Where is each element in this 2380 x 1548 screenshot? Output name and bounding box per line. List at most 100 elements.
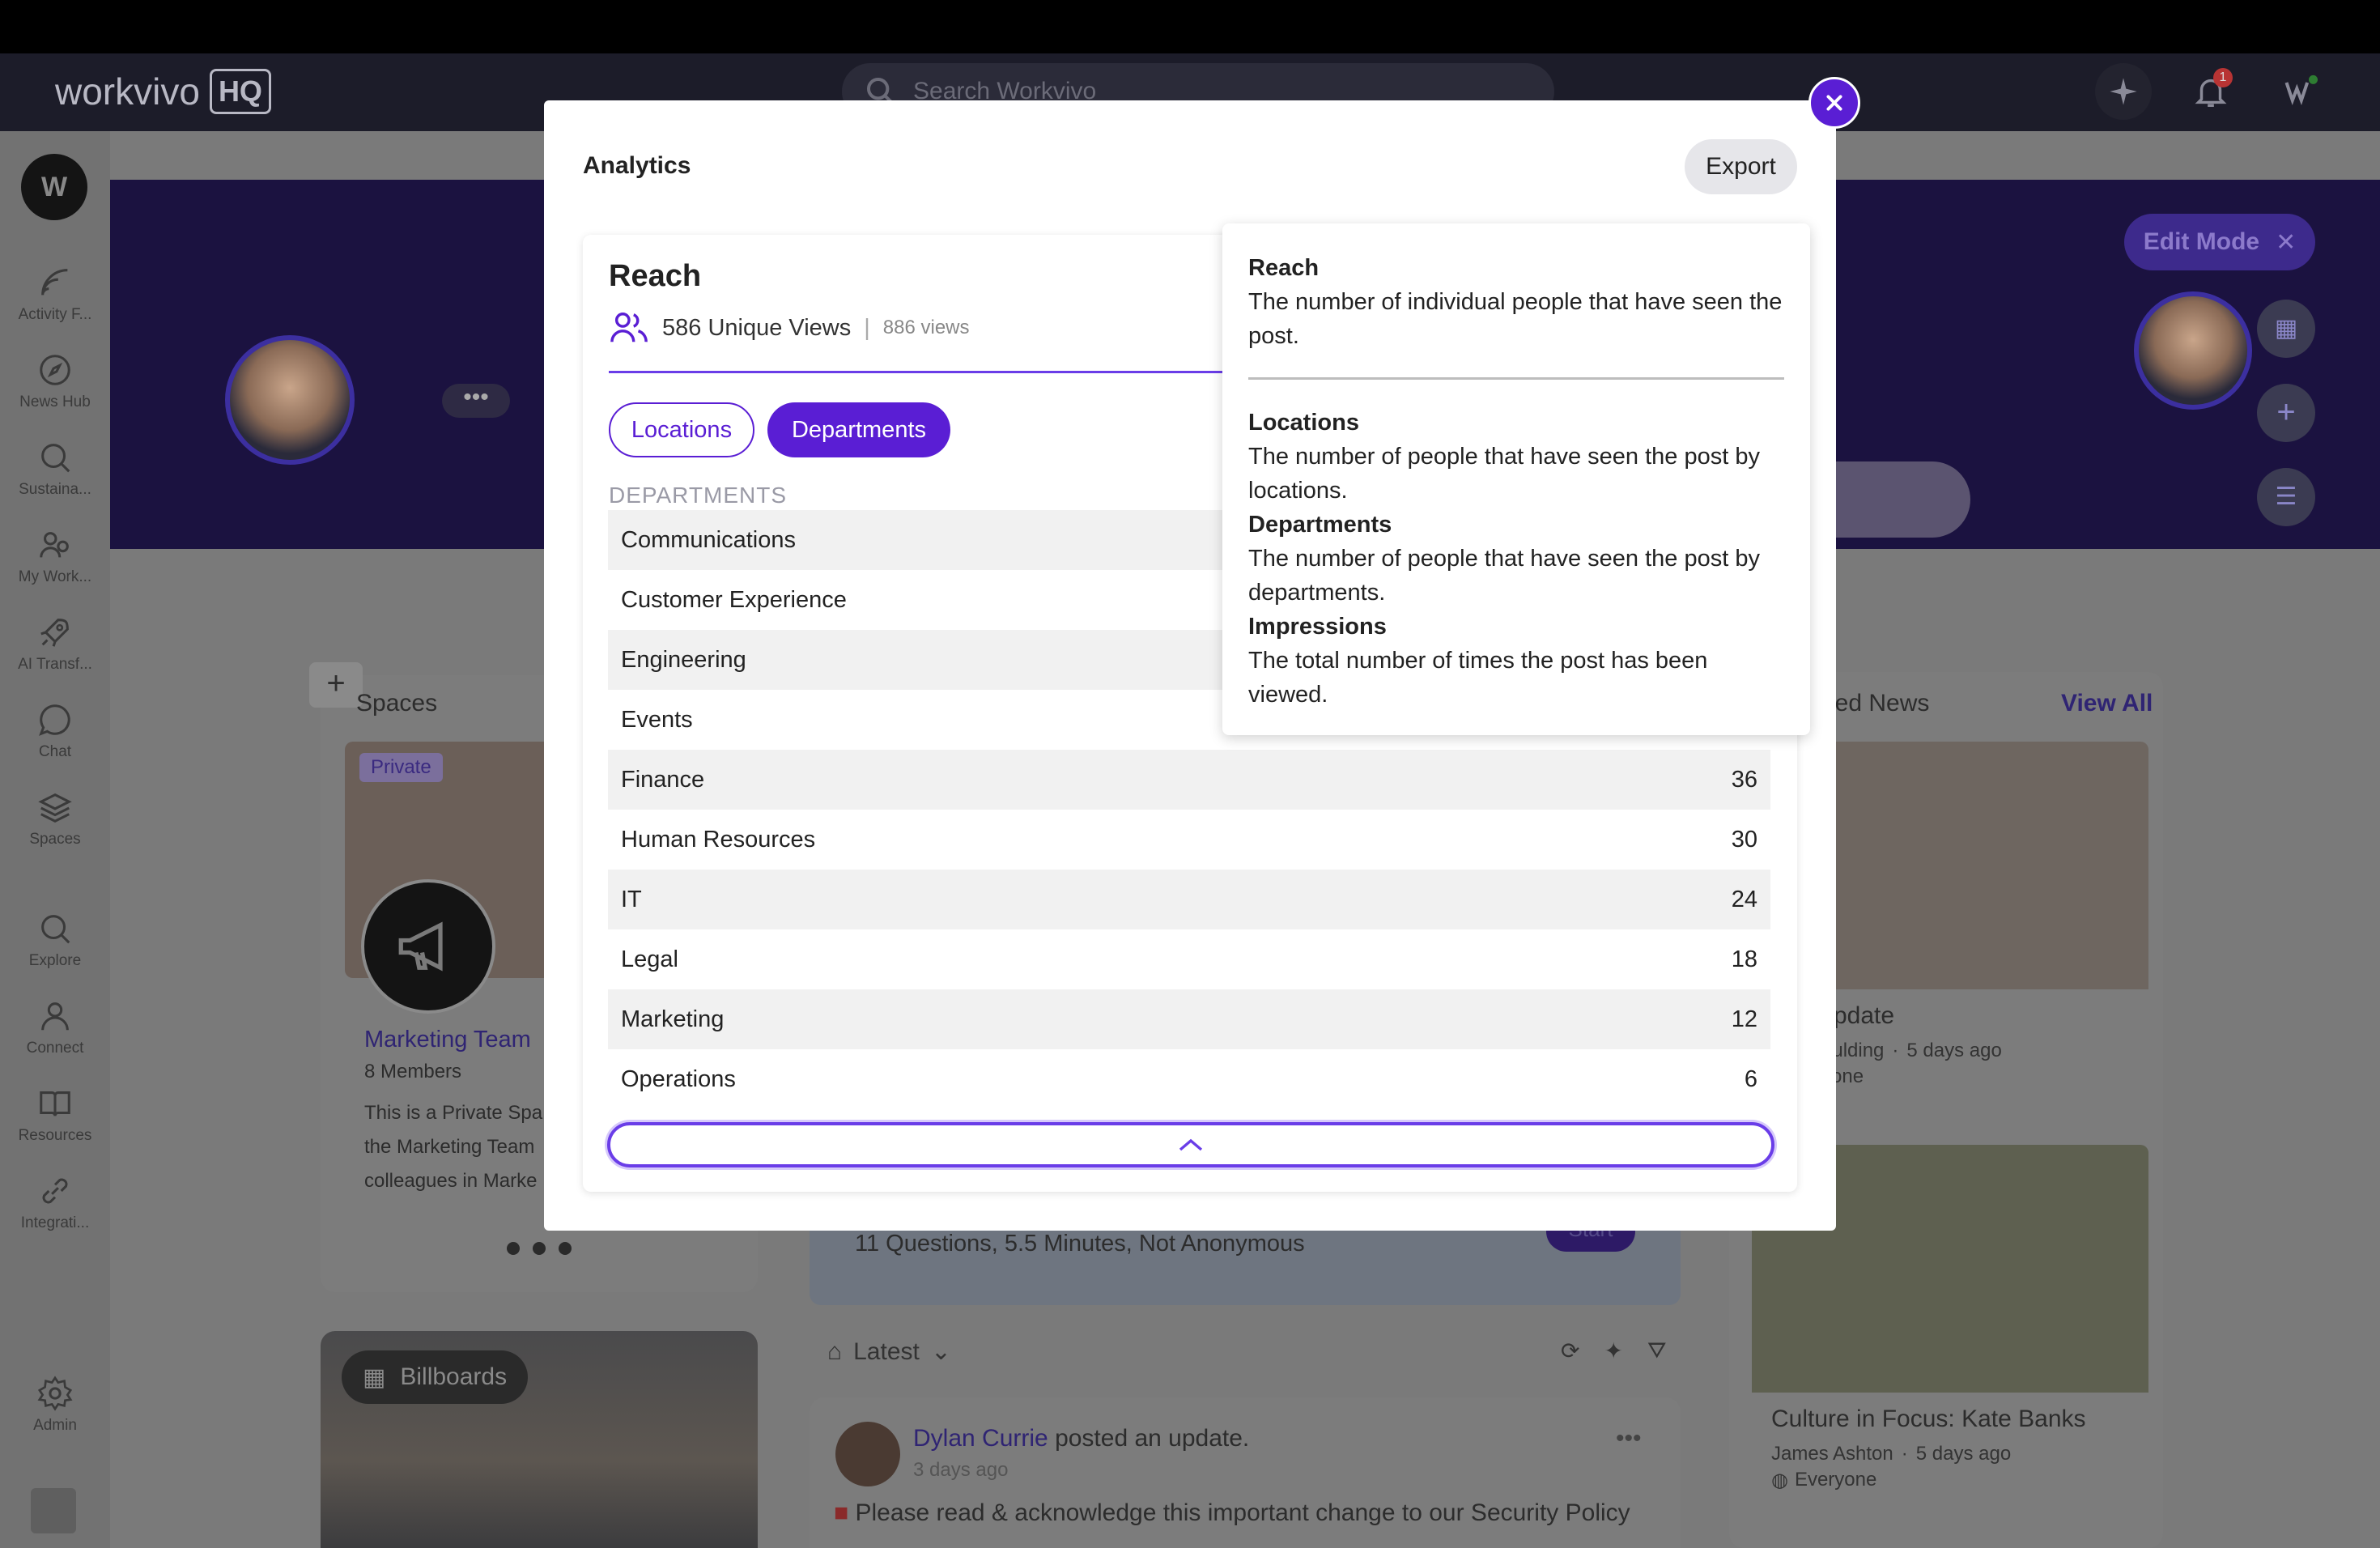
notifications-button[interactable]: 1	[2182, 63, 2239, 120]
sidebar-item-integrations[interactable]: Integrati...	[0, 1172, 110, 1232]
space-description: This is a Private Spa the Marketing Team…	[364, 1096, 542, 1198]
sidebar-item-connect[interactable]: Connect	[0, 997, 110, 1057]
news1-meta: oulding · 5 days ago	[1821, 1040, 2002, 1061]
workvivo-logo[interactable]: workvivo HQ	[55, 66, 271, 117]
edit-mode-button[interactable]: Edit Mode ✕	[2124, 214, 2315, 270]
spaces-title: Spaces	[356, 690, 438, 717]
sparkle-button[interactable]	[2095, 63, 2152, 120]
window-top-bar	[0, 0, 2380, 53]
collapse-button[interactable]	[607, 1122, 1774, 1167]
tooltip-locations-title: Locations	[1248, 410, 1359, 436]
megaphone-icon	[361, 879, 495, 1014]
profile-avatar-left[interactable]	[225, 335, 355, 465]
export-button[interactable]: Export	[1685, 139, 1797, 194]
logo-badge: HQ	[209, 69, 271, 114]
news2-author: James Ashton	[1771, 1443, 1893, 1465]
table-row: Legal 18	[608, 929, 1770, 989]
sidebar-item-chat[interactable]: Chat	[0, 701, 110, 761]
gear-icon	[37, 1376, 73, 1411]
tab-locations[interactable]: Locations	[609, 402, 754, 457]
metrics-tooltip: Reach The number of individual people th…	[1222, 223, 1810, 735]
sparkle-icon	[2110, 78, 2137, 105]
table-row: Human Resources 30	[608, 810, 1770, 870]
carousel-dots[interactable]	[507, 1242, 572, 1255]
logo-word: workvivo	[55, 70, 200, 113]
close-modal-button[interactable]	[1808, 77, 1860, 129]
department-name: Operations	[621, 1065, 736, 1092]
chat-icon	[39, 704, 70, 736]
space-members: 8 Members	[364, 1061, 462, 1082]
department-name: Engineering	[621, 646, 746, 673]
close-icon: ✕	[2276, 228, 2297, 256]
department-name: Legal	[621, 946, 678, 972]
layout-button[interactable]: ▦	[2257, 300, 2315, 358]
department-value: 18	[1731, 946, 1757, 972]
chevron-down-icon: ⌄	[930, 1338, 951, 1365]
people-icon	[40, 532, 69, 558]
post-author[interactable]: Dylan Currie	[913, 1425, 1048, 1452]
user-avatar[interactable]: W	[21, 154, 87, 220]
plus-icon: +	[326, 666, 346, 701]
sidebar-item-label: Resources	[18, 1127, 92, 1144]
tab-departments[interactable]: Departments	[767, 402, 950, 457]
news2-audience: ◍ Everyone	[1771, 1469, 1876, 1492]
add-button[interactable]: +	[309, 662, 363, 708]
refresh-icon[interactable]: ⟳	[1561, 1337, 1579, 1364]
layout-icon: ▦	[2274, 315, 2298, 342]
alert-icon: ■	[834, 1499, 849, 1526]
workvivo-menu-button[interactable]	[2272, 63, 2328, 120]
private-badge: Private	[359, 753, 443, 782]
add-widget-button[interactable]: +	[2257, 384, 2315, 442]
space-desc-line: This is a Private Spa	[364, 1102, 543, 1124]
tooltip-departments-title: Departments	[1248, 512, 1392, 538]
space-name[interactable]: Marketing Team	[364, 1027, 531, 1053]
separator: |	[864, 314, 870, 341]
more-options-button[interactable]: •••	[442, 384, 510, 418]
link-icon	[42, 1178, 68, 1204]
department-name: Human Resources	[621, 826, 816, 853]
layers-icon	[38, 793, 72, 823]
feed-filter-label: Latest	[853, 1337, 920, 1365]
sidebar-item-label: My Work...	[18, 568, 92, 585]
sidebar-item-explore[interactable]: Explore	[0, 910, 110, 970]
tooltip-divider	[1248, 377, 1784, 380]
activity-feed-icon	[41, 269, 68, 296]
news2-title[interactable]: Culture in Focus: Kate Banks	[1771, 1406, 2086, 1433]
post-more-icon[interactable]: •••	[1616, 1425, 1642, 1452]
list-button[interactable]: ☰	[2257, 468, 2315, 526]
sidebar-item-news-hub[interactable]: News Hub	[0, 351, 110, 411]
filter-icon[interactable]: ⛛	[1647, 1337, 1667, 1364]
plus-icon: +	[2276, 394, 2296, 430]
news2-audience-label: Everyone	[1794, 1469, 1877, 1491]
sidebar-item-admin[interactable]: Admin	[0, 1375, 110, 1435]
carousel-dot[interactable]	[559, 1242, 572, 1255]
search-icon	[41, 444, 70, 473]
carousel-dot[interactable]	[533, 1242, 546, 1255]
profile-avatar-right[interactable]	[2134, 291, 2252, 410]
billboards-badge[interactable]: ▦ Billboards	[342, 1350, 529, 1404]
sidebar-item-resources[interactable]: Resources	[0, 1085, 110, 1145]
billboard-icon: ▦	[363, 1363, 386, 1391]
post-author-avatar[interactable]	[835, 1422, 900, 1486]
rocket-icon	[40, 619, 69, 647]
sidebar-item-spaces[interactable]: Spaces	[0, 789, 110, 848]
sidebar-item-label: News Hub	[19, 393, 91, 410]
feed-filter[interactable]: ⌂ Latest ⌄	[827, 1337, 951, 1366]
sidebar-item-label: Admin	[33, 1417, 77, 1434]
sidebar-item-sustainability[interactable]: Sustaina...	[0, 439, 110, 499]
users-icon	[610, 313, 648, 342]
sidebar-item-ai-transformation[interactable]: AI Transf...	[0, 614, 110, 674]
workspace-switcher[interactable]	[31, 1488, 76, 1533]
sidebar-item-activity-feed[interactable]: Activity F...	[0, 264, 110, 324]
pin-icon[interactable]: ✦	[1604, 1337, 1622, 1364]
survey-meta: 11 Questions, 5.5 Minutes, Not Anonymous	[855, 1231, 1305, 1257]
sidebar-item-label: Integrati...	[20, 1214, 90, 1231]
carousel-dot[interactable]	[507, 1242, 520, 1255]
tooltip-impressions-desc: The total number of times the post has b…	[1248, 648, 1708, 708]
tooltip-reach-desc: The number of individual people that hav…	[1248, 289, 1783, 349]
sidebar-item-my-workspace[interactable]: My Work...	[0, 526, 110, 586]
view-all-link[interactable]: View All	[2061, 690, 2153, 717]
post-action: posted an update.	[1055, 1425, 1250, 1452]
post-text: ■ Please read & acknowledge this importa…	[834, 1499, 1630, 1527]
space-desc-line: the Marketing Team	[364, 1136, 535, 1158]
